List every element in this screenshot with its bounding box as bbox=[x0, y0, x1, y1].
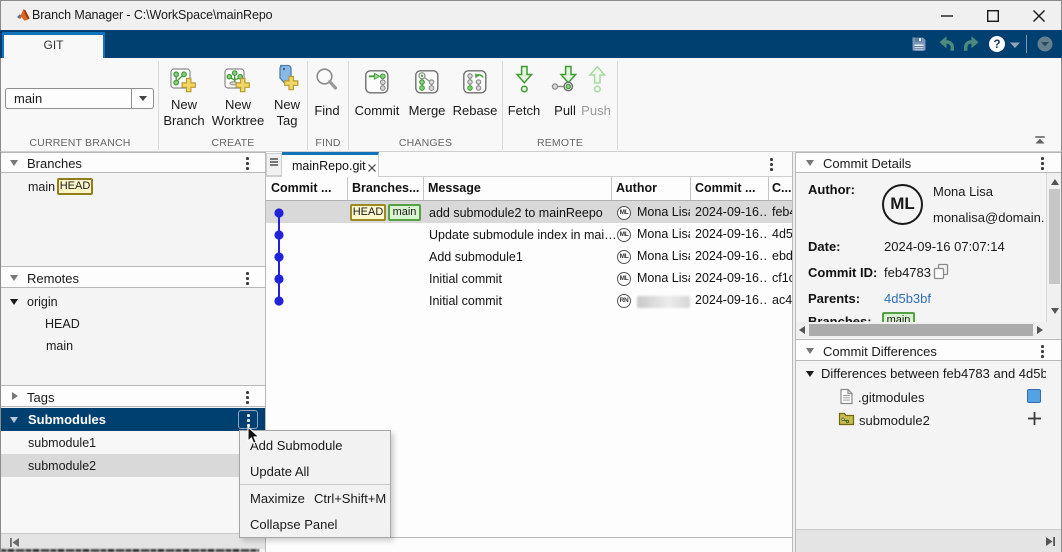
svg-text:?: ? bbox=[993, 39, 1000, 51]
